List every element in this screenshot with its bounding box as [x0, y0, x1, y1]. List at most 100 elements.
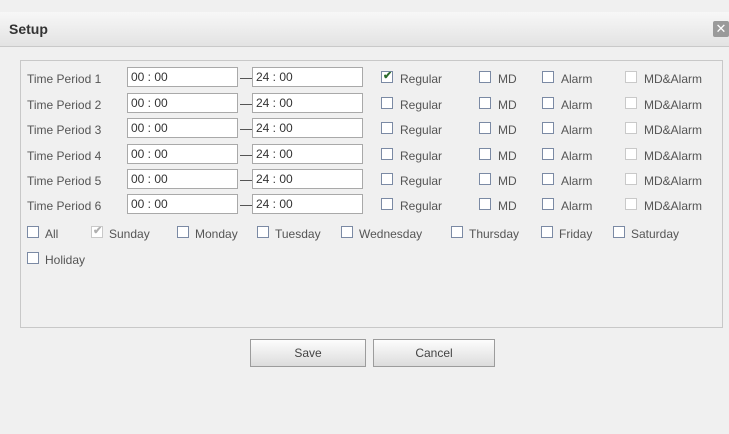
md-checkbox[interactable]: [479, 148, 491, 160]
time-period-label: Time Period 3: [27, 123, 102, 137]
regular-checkbox[interactable]: [381, 198, 393, 210]
day-label-wednesday: Wednesday: [359, 227, 423, 241]
regular-checkbox[interactable]: [381, 148, 393, 160]
start-time-input[interactable]: [127, 118, 238, 138]
range-dash: [240, 205, 252, 206]
setup-dialog: Setup ✕ Time Period 1 ✔ Regular MD Alarm MD&A…: [0, 0, 729, 434]
mdalarm-checkbox: [625, 97, 637, 109]
time-period-row: Time Period 3 Regular MD Alarm MD&Alarm: [21, 118, 722, 142]
alarm-label: Alarm: [561, 72, 593, 86]
alarm-label: Alarm: [561, 149, 593, 163]
time-period-label: Time Period 6: [27, 199, 102, 213]
regular-label: Regular: [400, 149, 443, 163]
mdalarm-label: MD&Alarm: [644, 149, 703, 163]
mdalarm-label: MD&Alarm: [644, 98, 703, 112]
md-label: MD: [498, 72, 517, 86]
time-period-label: Time Period 2: [27, 98, 102, 112]
end-time-input[interactable]: [252, 144, 363, 164]
range-dash: [240, 78, 252, 79]
md-checkbox[interactable]: [479, 97, 491, 109]
day-checkbox-friday[interactable]: [541, 226, 553, 238]
alarm-checkbox[interactable]: [542, 173, 554, 185]
range-dash: [240, 155, 252, 156]
range-dash: [240, 104, 252, 105]
alarm-checkbox[interactable]: [542, 71, 554, 83]
alarm-checkbox[interactable]: [542, 122, 554, 134]
cancel-button[interactable]: Cancel: [373, 339, 495, 367]
day-label-tuesday: Tuesday: [275, 227, 321, 241]
alarm-label: Alarm: [561, 123, 593, 137]
mdalarm-checkbox: [625, 173, 637, 185]
time-period-label: Time Period 5: [27, 174, 102, 188]
md-checkbox[interactable]: [479, 122, 491, 134]
end-time-input[interactable]: [252, 67, 363, 87]
time-period-row: Time Period 1 ✔ Regular MD Alarm MD&Alarm: [21, 67, 722, 91]
start-time-input[interactable]: [127, 67, 238, 87]
md-label: MD: [498, 98, 517, 112]
md-checkbox[interactable]: [479, 71, 491, 83]
day-checkbox-tuesday[interactable]: [257, 226, 269, 238]
mdalarm-label: MD&Alarm: [644, 72, 703, 86]
start-time-input[interactable]: [127, 93, 238, 113]
regular-checkbox[interactable]: [381, 122, 393, 134]
mdalarm-checkbox: [625, 122, 637, 134]
md-label: MD: [498, 174, 517, 188]
save-button[interactable]: Save: [250, 339, 366, 367]
time-period-row: Time Period 2 Regular MD Alarm MD&Alarm: [21, 93, 722, 117]
day-label-sunday: Sunday: [109, 227, 150, 241]
regular-checkbox[interactable]: [381, 173, 393, 185]
time-period-row: Time Period 6 Regular MD Alarm MD&Alarm: [21, 194, 722, 218]
regular-label: Regular: [400, 174, 443, 188]
regular-label: Regular: [400, 98, 443, 112]
day-label-friday: Friday: [559, 227, 593, 241]
time-period-label: Time Period 4: [27, 149, 102, 163]
md-label: MD: [498, 149, 517, 163]
md-checkbox[interactable]: [479, 198, 491, 210]
title-bar: Setup ✕: [0, 12, 729, 47]
end-time-input[interactable]: [252, 194, 363, 214]
day-checkbox-sunday: ✔: [91, 225, 103, 238]
alarm-checkbox[interactable]: [542, 148, 554, 160]
start-time-input[interactable]: [127, 144, 238, 164]
dialog-title: Setup: [9, 21, 48, 37]
close-icon[interactable]: ✕: [713, 21, 729, 37]
day-checkbox-all[interactable]: [27, 226, 39, 238]
alarm-label: Alarm: [561, 174, 593, 188]
md-checkbox[interactable]: [479, 173, 491, 185]
day-checkbox-holiday[interactable]: [27, 252, 39, 264]
alarm-checkbox[interactable]: [542, 198, 554, 210]
start-time-input[interactable]: [127, 194, 238, 214]
regular-label: Regular: [400, 72, 443, 86]
range-dash: [240, 180, 252, 181]
range-dash: [240, 129, 252, 130]
alarm-label: Alarm: [561, 98, 593, 112]
regular-label: Regular: [400, 123, 443, 137]
day-checkbox-wednesday[interactable]: [341, 226, 353, 238]
end-time-input[interactable]: [252, 169, 363, 189]
day-checkbox-monday[interactable]: [177, 226, 189, 238]
day-label-monday: Monday: [195, 227, 238, 241]
time-period-row: Time Period 4 Regular MD Alarm MD&Alarm: [21, 144, 722, 168]
start-time-input[interactable]: [127, 169, 238, 189]
mdalarm-label: MD&Alarm: [644, 174, 703, 188]
check-icon: ✔: [93, 225, 103, 237]
schedule-panel: Time Period 1✔RegularMDAlarmMD&AlarmTime…: [20, 60, 723, 328]
check-icon: ✔: [383, 70, 393, 82]
mdalarm-label: MD&Alarm: [644, 199, 703, 213]
day-label-holiday: Holiday: [45, 253, 86, 267]
regular-checkbox[interactable]: ✔: [381, 70, 393, 83]
mdalarm-checkbox: [625, 71, 637, 83]
mdalarm-checkbox: [625, 148, 637, 160]
day-checkbox-saturday[interactable]: [613, 226, 625, 238]
day-label-all: All: [45, 227, 59, 241]
time-period-label: Time Period 1: [27, 72, 102, 86]
md-label: MD: [498, 123, 517, 137]
regular-label: Regular: [400, 199, 443, 213]
end-time-input[interactable]: [252, 93, 363, 113]
day-checkbox-thursday[interactable]: [451, 226, 463, 238]
regular-checkbox[interactable]: [381, 97, 393, 109]
end-time-input[interactable]: [252, 118, 363, 138]
time-period-row: Time Period 5 Regular MD Alarm MD&Alarm: [21, 169, 722, 193]
md-label: MD: [498, 199, 517, 213]
alarm-checkbox[interactable]: [542, 97, 554, 109]
